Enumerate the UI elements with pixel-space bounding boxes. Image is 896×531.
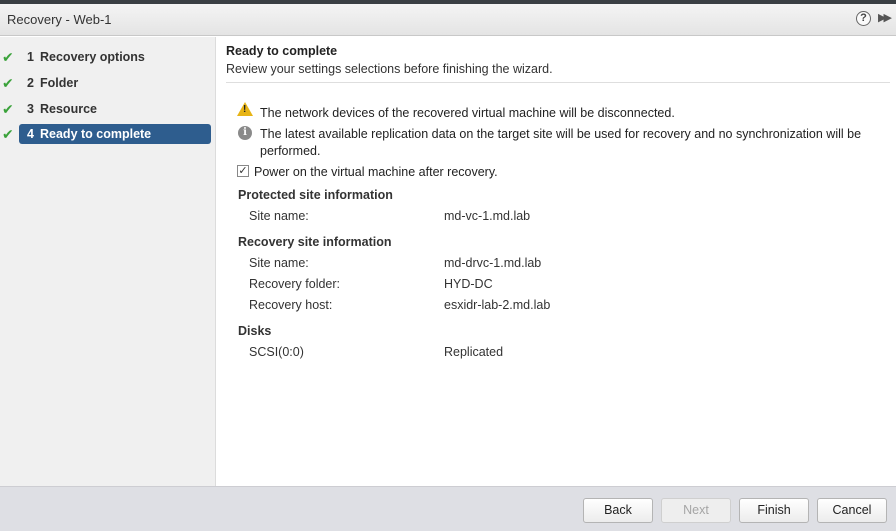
step-number: 2	[27, 76, 34, 90]
step-recovery-options[interactable]: ✔ 1 Recovery options	[0, 47, 216, 67]
step-label: Recovery options	[40, 50, 145, 64]
back-button[interactable]: Back	[583, 498, 653, 523]
disk-label: SCSI(0:0)	[249, 345, 304, 359]
expand-icon[interactable]: ▶▶	[878, 11, 892, 26]
info-message-line1: The latest available replication data on…	[260, 127, 862, 141]
info-icon: i	[238, 126, 252, 140]
warning-icon: !	[237, 102, 253, 116]
recovery-site-name-label: Site name:	[249, 256, 309, 270]
step-label: Resource	[40, 102, 97, 116]
checkmark-icon: ✔	[2, 75, 14, 91]
window-title: Recovery - Web-1	[7, 12, 112, 27]
step-ready-to-complete[interactable]: ✔ 4 Ready to complete	[0, 124, 216, 144]
disks-heading: Disks	[238, 324, 272, 338]
page-title: Ready to complete	[226, 44, 338, 58]
recovery-site-heading: Recovery site information	[238, 235, 392, 249]
power-on-checkbox[interactable]: ✓	[237, 165, 249, 177]
recovery-host-value: esxidr-lab-2.md.lab	[444, 298, 551, 312]
title-bar: Recovery - Web-1 ? ▶▶	[0, 4, 896, 36]
wizard-footer: Back Next Finish Cancel	[0, 486, 896, 531]
step-folder[interactable]: ✔ 2 Folder	[0, 73, 216, 93]
help-icon[interactable]: ?	[856, 11, 871, 26]
step-number: 3	[27, 102, 34, 116]
page-subtitle: Review your settings selections before f…	[226, 62, 553, 76]
protected-site-name-value: md-vc-1.md.lab	[444, 209, 531, 223]
protected-site-heading: Protected site information	[238, 188, 393, 202]
recovery-folder-value: HYD-DC	[444, 277, 493, 291]
checkmark-icon: ✔	[2, 101, 14, 117]
recovery-folder-label: Recovery folder:	[249, 277, 341, 291]
info-message-line2: performed.	[260, 144, 321, 158]
step-resource[interactable]: ✔ 3 Resource	[0, 99, 216, 119]
checkmark-icon: ✔	[2, 49, 14, 65]
step-label: Folder	[40, 76, 79, 90]
recovery-site-name-value: md-drvc-1.md.lab	[444, 256, 542, 270]
power-on-label[interactable]: Power on the virtual machine after recov…	[254, 165, 498, 179]
protected-site-name-label: Site name:	[249, 209, 309, 223]
checkmark-icon: ✔	[2, 126, 14, 142]
warning-message: The network devices of the recovered vir…	[260, 106, 675, 120]
disk-status-value: Replicated	[444, 345, 504, 359]
finish-button[interactable]: Finish	[739, 498, 809, 523]
step-number: 4	[27, 127, 34, 141]
divider	[226, 82, 890, 83]
recovery-host-label: Recovery host:	[249, 298, 333, 312]
step-label: Ready to complete	[40, 127, 152, 141]
cancel-button[interactable]: Cancel	[817, 498, 887, 523]
wizard-steps-sidebar: ✔ 1 Recovery options ✔ 2 Folder ✔ 3 Reso…	[0, 37, 216, 486]
step-number: 1	[27, 50, 34, 64]
wizard-content: Ready to complete Review your settings s…	[217, 37, 896, 486]
next-button[interactable]: Next	[661, 498, 731, 523]
